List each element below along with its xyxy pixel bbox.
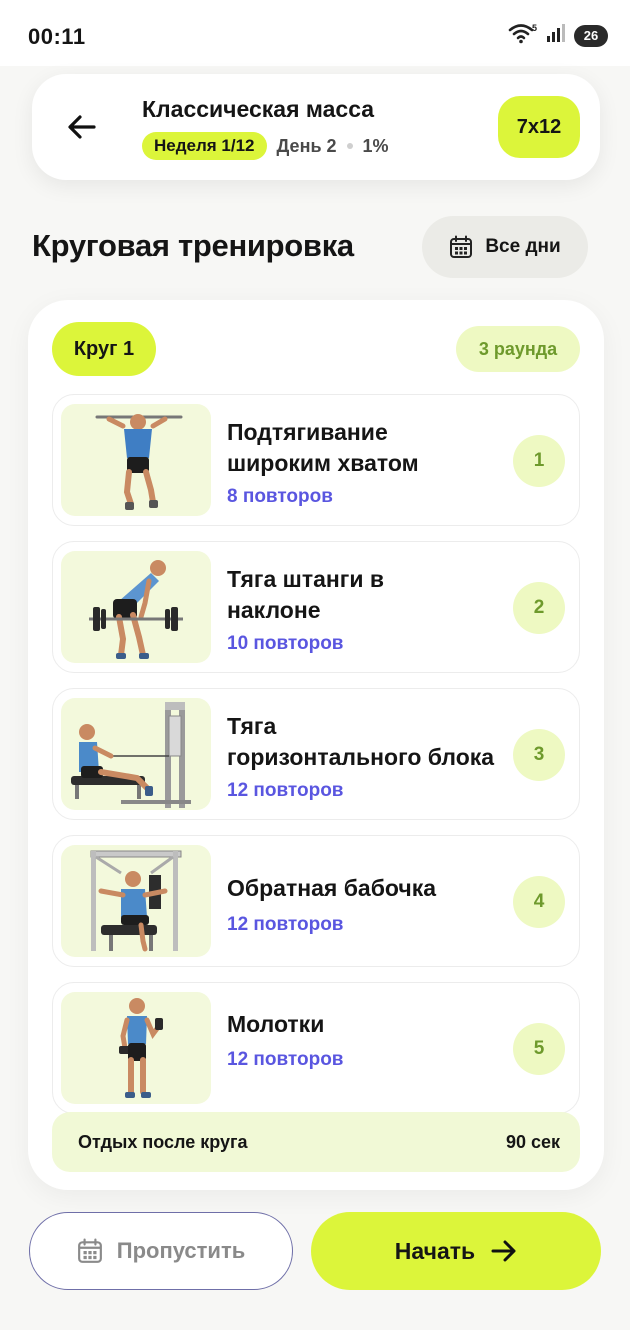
program-title: Классическая масса [142,96,375,122]
status-time: 00:11 [28,24,86,49]
exercise-image-barbell-row [61,551,211,663]
exercise-card[interactable]: Молотки 12 повторов 5 [52,982,580,1114]
arrow-right-icon [491,1240,516,1262]
exercise-name-line: горизонтального блока [227,744,495,770]
exercise-number: 1 [513,435,565,487]
exercise-reps: 12 повторов [227,1049,344,1070]
all-days-button[interactable]: Все дни [422,216,588,278]
arrow-left-icon [68,115,96,139]
exercise-list: Подтягивание широким хватом 8 повторов 1 [52,394,580,1129]
exercise-image-seated-row [61,698,211,810]
circuit-card: Круг 1 3 раунда Подтягивание широким хва… [28,300,604,1190]
all-days-label: Все дни [485,236,561,257]
meta-separator-dot [346,143,353,149]
exercise-card[interactable]: Подтягивание широким хватом 8 повторов 1 [52,394,580,526]
skip-label: Пропустить [116,1238,246,1263]
exercise-name: Тяга горизонтального блока [227,711,527,773]
exercise-name: Молотки [227,1009,527,1040]
exercise-reps: 10 повторов [227,633,344,654]
start-button[interactable]: Начать [311,1212,601,1290]
page-title: Круговая тренировка [32,228,354,263]
exercise-reps: 12 повторов [227,914,344,935]
rest-label: Отдых после круга [78,1131,248,1152]
exercise-name: Подтягивание широким хватом [227,417,527,479]
exercise-card[interactable]: Тяга штанги в наклоне 10 повторов 2 [52,541,580,673]
exercise-reps: 8 повторов [227,486,333,507]
exercise-name-line: Молотки [227,1011,325,1037]
skip-button[interactable]: Пропустить [29,1212,293,1290]
day-label: День 2 [276,135,337,156]
exercise-name: Обратная бабочка [227,873,527,904]
exercise-number: 3 [513,729,565,781]
calendar-icon [77,1238,102,1263]
status-icons: 5 26 [508,22,608,49]
exercise-number: 2 [513,582,565,634]
week-badge: Неделя 1/12 [142,132,267,160]
exercise-reps: 12 повторов [227,780,344,801]
exercise-image-pullup [61,404,211,516]
exercise-name-line: Подтягивание [227,419,388,445]
rounds-badge: 3 раунда [456,326,580,372]
exercise-name-line: наклоне [227,597,321,623]
exercise-name-line: широким хватом [227,450,419,476]
back-button[interactable] [46,91,118,163]
exercise-name-line: Тяга штанги в [227,566,385,592]
calendar-icon [450,235,473,258]
signal-icon [546,23,566,48]
exercise-name-line: Тяга [227,713,277,739]
exercise-card[interactable]: Тяга горизонтального блока 12 повторов 3 [52,688,580,820]
rest-after-circuit: Отдых после круга 90 сек [52,1112,580,1172]
wifi-badge: 5 [532,23,537,33]
circuit-label: Круг 1 [52,322,156,376]
wifi-icon: 5 [508,22,538,49]
program-meta: Неделя 1/12 День 2 1% [142,132,389,160]
exercise-name-line: Обратная бабочка [227,875,437,901]
exercise-card[interactable]: Обратная бабочка 12 повторов 4 [52,835,580,967]
battery-indicator: 26 [574,24,608,47]
exercise-image-hammer-curl [61,992,211,1104]
program-header: Классическая масса Неделя 1/12 День 2 1%… [32,74,600,180]
status-bar: 00:11 5 26 [0,0,630,66]
rest-value: 90 сек [505,1131,560,1152]
progress-label: 1% [362,135,389,156]
exercise-name: Тяга штанги в наклоне [227,564,527,626]
exercise-image-reverse-fly [61,845,211,957]
exercise-number: 5 [513,1023,565,1075]
exercise-number: 4 [513,876,565,928]
start-label: Начать [394,1237,476,1264]
scheme-badge[interactable]: 7x12 [498,96,580,158]
